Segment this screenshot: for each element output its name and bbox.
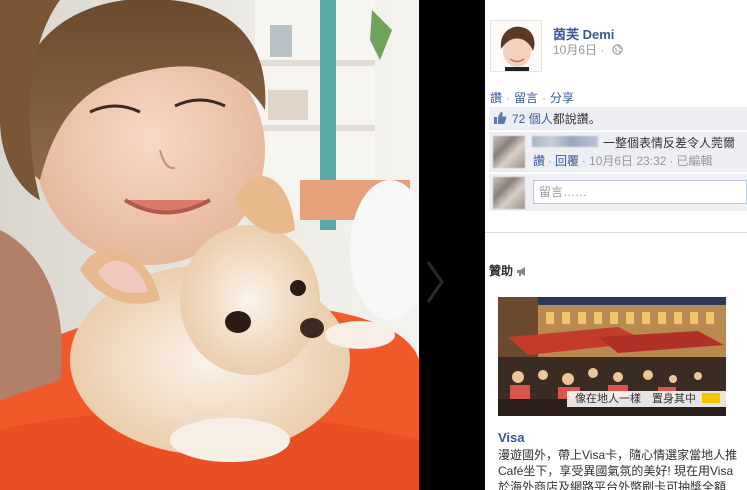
viewer-avatar bbox=[493, 177, 525, 209]
comment-input[interactable]: 留言…… bbox=[533, 180, 747, 204]
megaphone-icon bbox=[516, 266, 528, 280]
ad-body-line: 漫遊國外，帶上Visa卡，隨心情選家當地人推 bbox=[498, 448, 738, 462]
likes-summary: 72 個人都說讚。 bbox=[489, 107, 747, 130]
post-actions: 讚 · 留言 · 分享 bbox=[490, 89, 574, 106]
separator: · bbox=[548, 154, 553, 168]
comment-item: 一整個表情反差令人莞爾 讚 · 回覆 · 10月6日 23:32 · 已編輯 bbox=[489, 132, 747, 172]
next-photo-chevron-icon[interactable] bbox=[424, 258, 446, 306]
comment-text: 一整個表情反差令人莞爾 bbox=[603, 136, 736, 150]
share-link[interactable]: 分享 bbox=[550, 91, 574, 105]
comment-reply-link[interactable]: 回覆 bbox=[555, 154, 579, 168]
post-photo[interactable] bbox=[0, 0, 419, 490]
ad-caption-text: 像在地人一樣 置身其中 bbox=[575, 393, 696, 405]
comment-link[interactable]: 留言 bbox=[514, 91, 538, 105]
globe-icon[interactable] bbox=[612, 44, 623, 58]
ad-title[interactable]: Visa bbox=[498, 430, 525, 445]
likes-count-link[interactable]: 72 個人 bbox=[512, 112, 553, 126]
post-side-panel: 茵芙 Demi 10月6日 · 讚 · 留言 · 分享 72 個人都說讚。 一整個表情反… bbox=[485, 0, 747, 490]
comment-edited: 已編輯 bbox=[676, 154, 713, 168]
like-link[interactable]: 讚 bbox=[490, 91, 502, 105]
ad-body-line: 於海外商店及網路平台外幣刷卡可抽獎全額 bbox=[498, 480, 727, 490]
sponsored-section: 贊助 像在地人一樣 置身其中 Visa 漫遊國外，帶上Visa卡，隨心情選家當地… bbox=[485, 232, 747, 490]
commenter-name-blurred[interactable] bbox=[532, 136, 598, 147]
author-avatar[interactable] bbox=[490, 20, 542, 72]
separator: · bbox=[506, 91, 511, 105]
separator: · bbox=[669, 154, 674, 168]
thumbs-up-icon[interactable] bbox=[493, 111, 507, 125]
feedback-box: 72 個人都說讚。 一整個表情反差令人莞爾 讚 · 回覆 · 10月6日 23:32 · 已… bbox=[489, 107, 747, 211]
comment-date: 10月6日 23:32 bbox=[589, 154, 667, 168]
post-meta: 10月6日 · bbox=[553, 41, 623, 58]
post-date[interactable]: 10月6日 bbox=[553, 43, 597, 57]
separator: · bbox=[542, 91, 547, 105]
ad-body: 漫遊國外，帶上Visa卡，隨心情選家當地人推 Café坐下，享受異國氣氛的美好!… bbox=[498, 447, 747, 490]
separator: · bbox=[582, 154, 587, 168]
likes-text: 都說讚。 bbox=[552, 112, 601, 126]
comment-composer: 留言…… bbox=[489, 174, 747, 211]
sponsored-label: 贊助 bbox=[489, 264, 514, 278]
ad-image[interactable]: 像在地人一樣 置身其中 bbox=[498, 297, 726, 416]
comment-like-link[interactable]: 讚 bbox=[533, 154, 545, 168]
photo-viewer bbox=[0, 0, 485, 490]
comment-meta: 讚 · 回覆 · 10月6日 23:32 · 已編輯 bbox=[533, 152, 712, 169]
commenter-avatar[interactable] bbox=[493, 136, 525, 168]
sponsored-header: 贊助 bbox=[489, 262, 528, 280]
ad-caption: 像在地人一樣 置身其中 bbox=[567, 391, 726, 407]
visa-accent-bar bbox=[702, 393, 720, 403]
ad-body-line: Café坐下，享受異國氣氛的美好! 現在用Visa bbox=[498, 464, 734, 478]
